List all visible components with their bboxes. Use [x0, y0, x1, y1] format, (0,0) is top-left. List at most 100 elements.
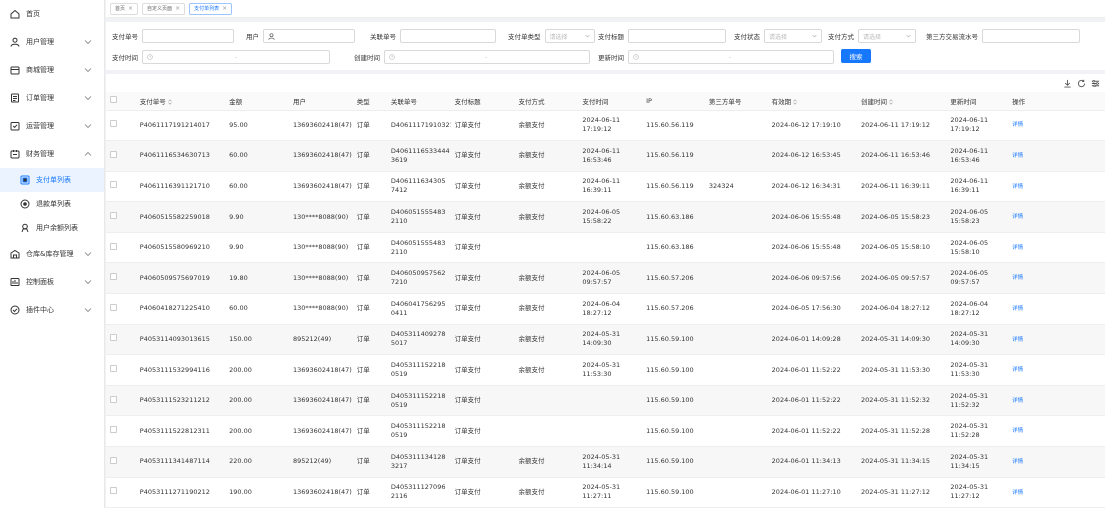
- row-checkbox[interactable]: [110, 212, 117, 220]
- tab-1[interactable]: 自定义页面 ×: [142, 2, 186, 15]
- row-select-cell[interactable]: [106, 201, 136, 233]
- detail-link[interactable]: 详情: [1012, 367, 1023, 373]
- related-no-input[interactable]: [400, 29, 496, 43]
- row-select-cell[interactable]: [106, 446, 136, 478]
- tab-0[interactable]: 首页 ×: [110, 2, 139, 15]
- tab-2[interactable]: 支付单列表 ×: [189, 2, 233, 15]
- column-header[interactable]: 创建时间: [857, 92, 947, 111]
- sidebar-item-refund[interactable]: 退款单列表: [0, 192, 104, 216]
- select-all-cell[interactable]: [106, 92, 136, 111]
- row-select-cell[interactable]: [106, 293, 136, 325]
- pay-title-input[interactable]: [628, 29, 726, 43]
- detail-link[interactable]: 详情: [1012, 428, 1023, 434]
- sidebar-item-warehouse[interactable]: 仓库&库存管理: [0, 240, 104, 268]
- detail-link[interactable]: 详情: [1012, 306, 1023, 312]
- spacer-cell: [1048, 446, 1105, 478]
- detail-link[interactable]: 详情: [1012, 337, 1023, 343]
- update-time-range[interactable]: -: [628, 50, 834, 64]
- sidebar-item-dashboard[interactable]: 控制面板: [0, 268, 104, 296]
- pay-time-range[interactable]: -: [142, 50, 330, 64]
- row-checkbox[interactable]: [110, 426, 117, 434]
- detail-link[interactable]: 详情: [1012, 184, 1023, 190]
- row-checkbox[interactable]: [110, 487, 117, 495]
- close-icon[interactable]: ×: [128, 5, 133, 12]
- pay-status-select[interactable]: 请选择: [764, 29, 822, 43]
- detail-link[interactable]: 详情: [1012, 245, 1023, 251]
- table-cell: 200.00: [225, 415, 289, 448]
- column-header[interactable]: 支付单号: [135, 92, 226, 111]
- row-checkbox[interactable]: [110, 334, 117, 342]
- sort-icon[interactable]: [168, 99, 172, 105]
- row-checkbox[interactable]: [110, 150, 117, 158]
- sort-icon[interactable]: [793, 99, 797, 105]
- order-icon: [10, 93, 20, 103]
- sidebar-item-operations[interactable]: 运营管理: [0, 112, 104, 140]
- sidebar-item-order[interactable]: 订单管理: [0, 84, 104, 112]
- sort-icon[interactable]: [889, 99, 893, 105]
- spacer-cell: [1048, 232, 1105, 264]
- sidebar-item-pay-list[interactable]: 支付单列表: [0, 168, 104, 192]
- column-header-spacer: [1048, 92, 1105, 111]
- detail-link[interactable]: 详情: [1012, 459, 1023, 465]
- row-select-cell[interactable]: [106, 415, 136, 448]
- table-cell: 2024-06-01 11:52:22: [767, 385, 858, 417]
- row-select-cell[interactable]: [106, 171, 136, 203]
- sidebar-item-label: 商城管理: [26, 66, 54, 74]
- pay-type-select[interactable]: 请选择: [544, 29, 595, 43]
- row-checkbox[interactable]: [110, 242, 117, 250]
- sidebar-item-home[interactable]: 首页: [0, 0, 104, 28]
- detail-link[interactable]: 详情: [1012, 153, 1023, 159]
- select-all-checkbox[interactable]: [110, 96, 117, 104]
- row-checkbox[interactable]: [110, 456, 117, 464]
- column-settings-icon[interactable]: [1091, 79, 1100, 88]
- pay-method-select[interactable]: 请选择: [858, 29, 916, 43]
- sidebar-item-finance[interactable]: 财务管理: [0, 140, 104, 168]
- row-checkbox[interactable]: [110, 273, 117, 281]
- close-icon[interactable]: ×: [222, 5, 227, 12]
- table-cell: 2024-06-05 15:58:23: [857, 201, 947, 233]
- column-header[interactable]: 有效期: [767, 92, 858, 111]
- detail-link[interactable]: 详情: [1012, 398, 1023, 404]
- refresh-icon[interactable]: [1077, 79, 1086, 88]
- sidebar-item-plugin[interactable]: 插件中心: [0, 296, 104, 324]
- detail-link[interactable]: 详情: [1012, 214, 1023, 220]
- table-cell: 2024-05-31 11:27:12: [946, 477, 1009, 508]
- close-icon[interactable]: ×: [175, 5, 180, 12]
- detail-link[interactable]: 详情: [1012, 275, 1023, 281]
- row-checkbox[interactable]: [110, 303, 117, 311]
- create-time-range[interactable]: -: [384, 50, 590, 64]
- row-select-cell[interactable]: [106, 262, 136, 295]
- row-checkbox[interactable]: [110, 120, 117, 128]
- related-no-filter: 关联单号: [370, 28, 496, 44]
- search-button[interactable]: 搜索: [841, 49, 871, 63]
- download-icon[interactable]: [1063, 79, 1072, 88]
- sidebar-item-label: 首页: [26, 10, 40, 18]
- row-checkbox[interactable]: [110, 181, 117, 189]
- row-select-cell[interactable]: [106, 385, 136, 417]
- row-select-cell[interactable]: [106, 324, 136, 356]
- row-select-cell[interactable]: [106, 110, 136, 142]
- chevron-down-icon: [84, 68, 92, 73]
- sidebar-item-shop[interactable]: 商城管理: [0, 56, 104, 84]
- detail-link[interactable]: 详情: [1012, 490, 1023, 496]
- chevron-up-icon: [84, 151, 92, 156]
- table-cell: P4061117191214017: [135, 110, 226, 142]
- detail-link[interactable]: 详情: [1012, 122, 1023, 128]
- third-flow-input[interactable]: [982, 29, 1080, 43]
- tab-bar: 首页 × 自定义页面 × 支付单列表 ×: [106, 0, 1105, 18]
- pay-no-input[interactable]: [142, 29, 234, 43]
- sidebar-item-balance[interactable]: 用户余额列表: [0, 216, 104, 240]
- table-cell: 2024-06-11 16:39:11: [946, 171, 1009, 203]
- row-select-cell[interactable]: [106, 477, 136, 508]
- sidebar-item-user[interactable]: 用户管理: [0, 28, 104, 56]
- balance-icon: [20, 223, 30, 233]
- row-select-cell[interactable]: [106, 354, 136, 386]
- column-header-label: 第三方单号: [708, 97, 742, 106]
- row-checkbox[interactable]: [110, 365, 117, 372]
- table-row: P4060509575697019 19.80 130****8088(90) 订单 D…: [106, 262, 1105, 295]
- user-input[interactable]: [263, 29, 355, 43]
- table-cell: 订单支付: [450, 293, 515, 325]
- row-checkbox[interactable]: [110, 395, 117, 403]
- row-select-cell[interactable]: [106, 232, 136, 264]
- row-select-cell[interactable]: [106, 140, 136, 172]
